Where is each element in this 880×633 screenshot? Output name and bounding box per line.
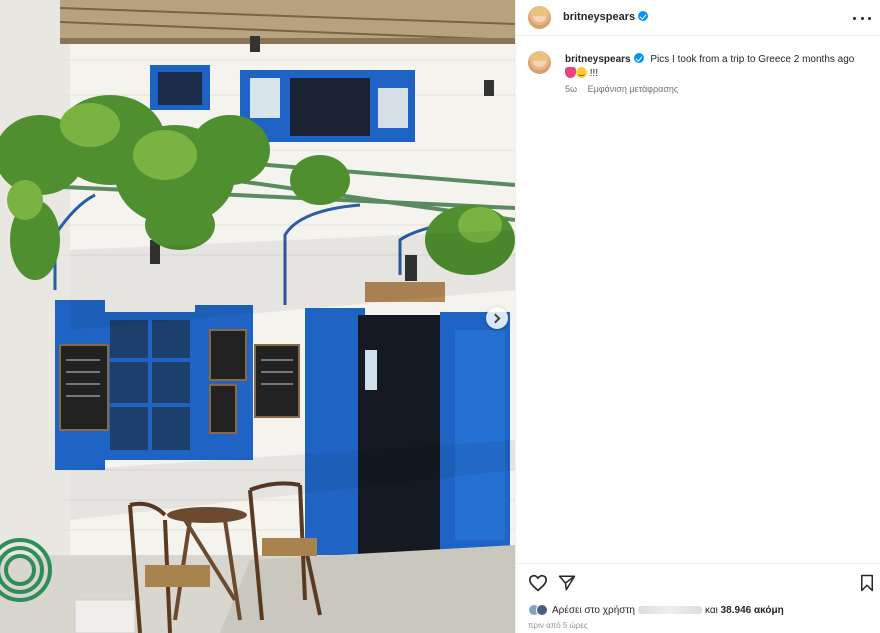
caption-username-text[interactable]: britneyspears — [565, 54, 631, 65]
post-timestamp[interactable]: πριν από 5 ώρες — [528, 621, 588, 630]
username-text[interactable]: britneyspears — [563, 11, 635, 23]
more-horizontal-icon[interactable] — [853, 9, 871, 27]
likes-prefix: Αρέσει στο χρήστη — [552, 604, 635, 616]
post-header: britneyspears — [516, 0, 880, 36]
verified-badge-icon — [633, 53, 644, 63]
see-translation-link[interactable]: Εμφάνιση μετάφρασης — [588, 84, 679, 94]
chevron-right-icon — [490, 313, 501, 323]
caption-text: britneyspears Pics I took from a trip to… — [565, 53, 865, 81]
post-side-panel: britneyspears britneyspears Pics I took … — [515, 0, 880, 633]
caption-age[interactable]: 5ω — [565, 84, 577, 94]
greek-taverna-photo — [0, 0, 515, 633]
post-photo[interactable] — [0, 0, 515, 633]
caption-avatar[interactable] — [528, 51, 551, 74]
action-bar — [516, 563, 880, 603]
caption-meta: 5ω Εμφάνιση μετάφρασης — [565, 84, 678, 94]
likes-text: Αρέσει στο χρήστη και 38.946 ακόμη — [552, 605, 784, 616]
avatar[interactable] — [528, 6, 551, 29]
caption-body: Pics I took from a trip to Greece 2 mont… — [650, 54, 855, 65]
likes-joiner: και — [704, 604, 718, 616]
likes-count[interactable]: 38.946 — [721, 605, 752, 616]
tulip-emoji-icon — [565, 67, 576, 78]
caption-suffix: !!! — [589, 68, 599, 79]
send-icon[interactable] — [558, 574, 576, 592]
verified-badge-icon — [638, 11, 649, 21]
caption-username[interactable]: britneyspears — [565, 53, 644, 65]
bookmark-icon[interactable] — [859, 574, 875, 592]
likes-summary[interactable]: Αρέσει στο χρήστη και 38.946 ακόμη — [528, 603, 784, 617]
liker-avatar — [536, 604, 548, 616]
likes-suffix[interactable]: ακόμη — [754, 605, 784, 616]
heart-icon[interactable] — [528, 574, 548, 592]
header-username[interactable]: britneyspears — [563, 11, 649, 23]
blurred-username[interactable] — [637, 605, 702, 614]
carousel-next-button[interactable] — [486, 307, 508, 329]
smiling-face-emoji-icon — [576, 67, 587, 78]
